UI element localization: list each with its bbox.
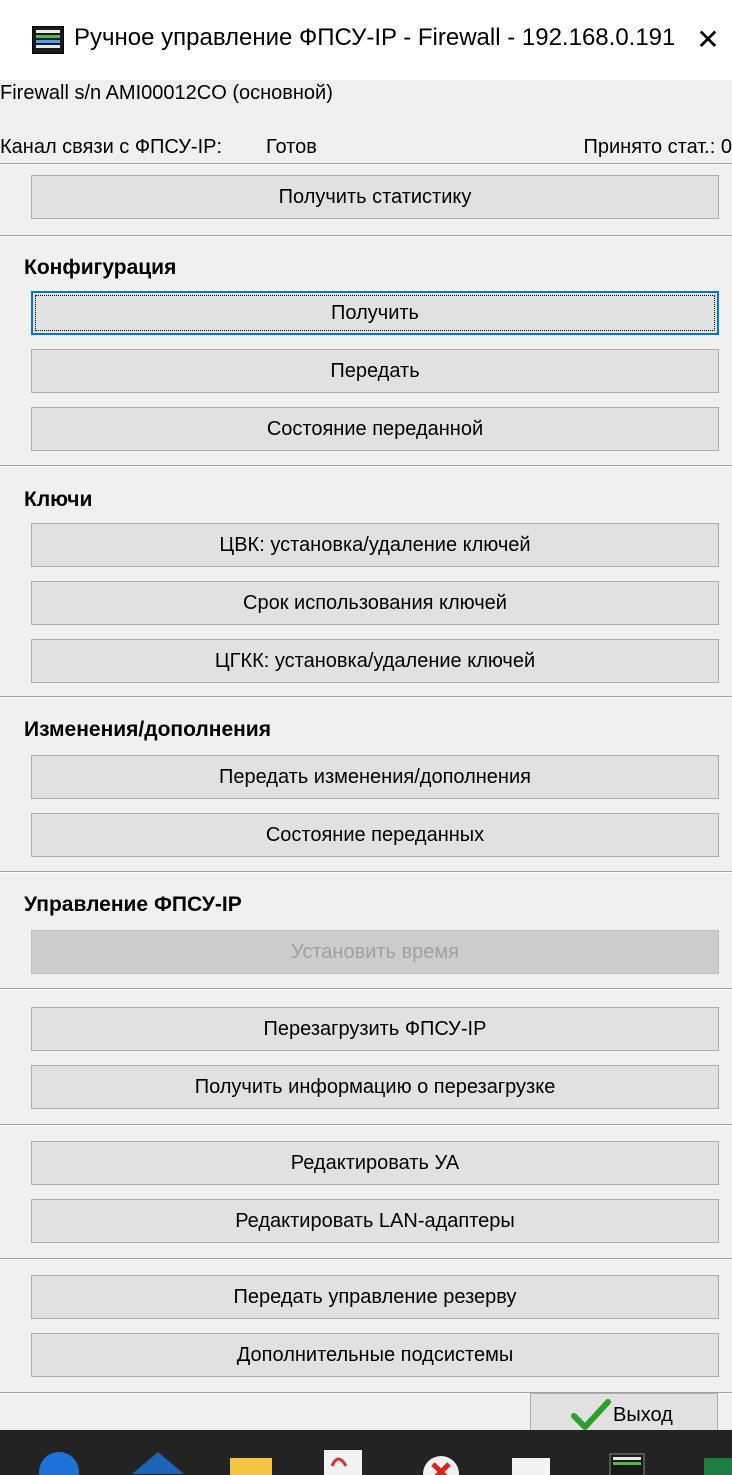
section-heading-keys: Ключи — [24, 488, 93, 511]
device-label: Firewall s/n AMI00012CO (основной) — [0, 82, 333, 104]
channel-status-label: Канал связи с ФПСУ-IP: — [0, 136, 223, 158]
title-bar: Ручное управление ФПСУ-IP - Firewall - 1… — [0, 0, 732, 80]
send-changes-button[interactable]: Передать изменения/дополнения — [31, 755, 719, 799]
exit-label: Выход — [613, 1404, 673, 1426]
mail-icon[interactable] — [130, 1444, 186, 1475]
config-send-button[interactable]: Передать — [31, 349, 719, 393]
extra-subsystems-button[interactable]: Дополнительные подсистемы — [31, 1333, 719, 1377]
divider — [0, 163, 732, 165]
document-icon[interactable] — [320, 1444, 366, 1475]
channel-status-value: Готов — [266, 136, 317, 158]
divider — [0, 988, 732, 990]
app-icon — [32, 26, 64, 54]
keys-term-button[interactable]: Срок использования ключей — [31, 581, 719, 625]
taskbar — [0, 1430, 732, 1475]
config-state-button[interactable]: Состояние переданной — [31, 407, 719, 451]
close-icon[interactable]: ✕ — [690, 22, 726, 58]
set-time-button: Установить время — [31, 930, 719, 974]
section-heading-changes: Изменения/дополнения — [24, 718, 271, 741]
firewall-app-icon[interactable] — [604, 1444, 650, 1475]
get-statistics-button[interactable]: Получить статистику — [31, 175, 719, 219]
check-icon — [571, 1399, 611, 1430]
transfer-to-reserve-button[interactable]: Передать управление резерву — [31, 1275, 719, 1319]
cgkk-keys-button[interactable]: ЦГКК: установка/удаление ключей — [31, 639, 719, 683]
changes-state-button[interactable]: Состояние переданных — [31, 813, 719, 857]
divider — [0, 871, 732, 873]
divider — [0, 1258, 732, 1260]
folder-icon[interactable] — [228, 1444, 274, 1475]
app-red-icon[interactable] — [418, 1444, 464, 1475]
divider — [0, 1124, 732, 1126]
section-heading-configuration: Конфигурация — [24, 256, 177, 279]
divider — [0, 696, 732, 698]
received-stats-counter: Принято стат.: 0 — [583, 136, 732, 158]
spreadsheet-icon[interactable] — [700, 1444, 732, 1475]
section-heading-control: Управление ФПСУ-IP — [24, 893, 242, 916]
config-get-button[interactable]: Получить — [31, 291, 719, 335]
edit-lan-adapters-button[interactable]: Редактировать LAN-адаптеры — [31, 1199, 719, 1243]
store-icon[interactable] — [508, 1444, 554, 1475]
manual-control-window: Ручное управление ФПСУ-IP - Firewall - 1… — [0, 0, 732, 1437]
cvk-keys-button[interactable]: ЦВК: установка/удаление ключей — [31, 523, 719, 567]
reboot-info-button[interactable]: Получить информацию о перезагрузке — [31, 1065, 719, 1109]
edit-ua-button[interactable]: Редактировать УА — [31, 1141, 719, 1185]
divider — [0, 235, 732, 237]
window-title: Ручное управление ФПСУ-IP - Firewall - 1… — [74, 24, 676, 51]
divider — [0, 465, 732, 467]
reboot-button[interactable]: Перезагрузить ФПСУ-IP — [31, 1007, 719, 1051]
browser-icon[interactable] — [36, 1444, 82, 1475]
